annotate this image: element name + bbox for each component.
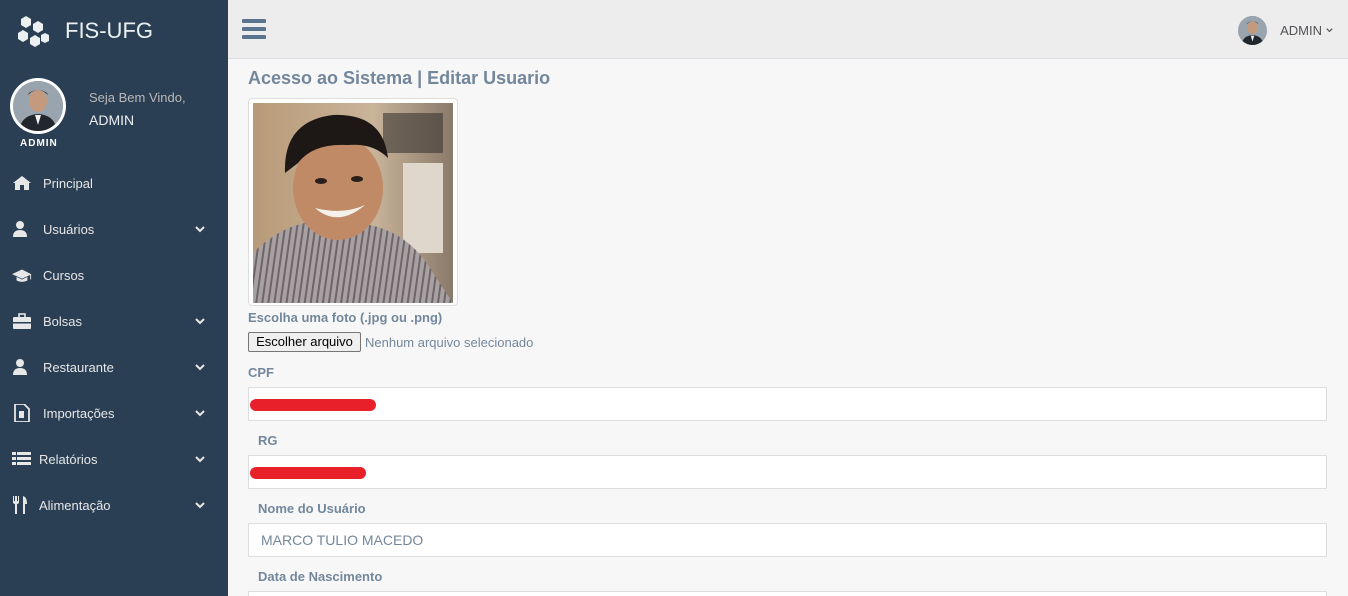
- home-icon: [13, 176, 31, 190]
- sidebar-item-alimentacao[interactable]: Alimentação: [0, 482, 228, 528]
- sidebar-item-label: Restaurante: [43, 360, 114, 375]
- top-user-name: ADMIN: [1280, 22, 1322, 38]
- sidebar-item-restaurante[interactable]: Restaurante: [0, 344, 228, 390]
- sidebar: FIS-UFG ADMIN Seja Bem Vindo, ADMIN Prin…: [0, 0, 228, 596]
- user-dropdown[interactable]: ADMIN: [1238, 15, 1334, 45]
- sidebar-menu: Principal Usuários Cursos Bolsas Restaur…: [0, 160, 228, 528]
- brand[interactable]: FIS-UFG: [0, 0, 228, 60]
- cpf-label: CPF: [248, 365, 274, 380]
- profile-username: ADMIN: [89, 112, 135, 128]
- user-icon: [13, 221, 27, 237]
- briefcase-icon: [13, 313, 31, 329]
- brand-title: FIS-UFG: [65, 18, 153, 43]
- redaction-mark: [250, 399, 376, 411]
- sidebar-item-label: Alimentação: [39, 498, 111, 513]
- main-content: Acesso ao Sistema | Editar Usuario Escol…: [228, 59, 1348, 596]
- sidebar-item-label: Relatórios: [39, 452, 98, 467]
- sidebar-item-relatorios[interactable]: Relatórios: [0, 436, 228, 482]
- chevron-down-icon: [195, 318, 205, 325]
- profile-badge: ADMIN: [20, 138, 58, 149]
- chevron-down-icon: [195, 502, 205, 509]
- person-photo: [253, 103, 453, 303]
- cutlery-icon: [13, 496, 27, 514]
- page-title: Acesso ao Sistema | Editar Usuario: [248, 68, 551, 88]
- file-status: Nenhum arquivo selecionado: [365, 335, 534, 350]
- chevron-down-icon: [195, 364, 205, 371]
- sidebar-item-importacoes[interactable]: Importações: [0, 390, 228, 436]
- hexagons-logo-icon: [18, 16, 49, 47]
- nascimento-label: Data de Nascimento: [258, 569, 383, 584]
- sidebar-item-cursos[interactable]: Cursos: [0, 252, 228, 298]
- welcome-text: Seja Bem Vindo,: [89, 90, 186, 105]
- chevron-down-icon: [195, 226, 205, 233]
- rg-label: RG: [258, 433, 278, 448]
- sidebar-item-usuarios[interactable]: Usuários: [0, 206, 228, 252]
- avatar: [10, 78, 66, 134]
- nome-value: MARCO TULIO MACEDO: [261, 532, 424, 548]
- photo-label: Escolha uma foto (.jpg ou .png): [248, 310, 443, 325]
- sidebar-item-label: Cursos: [43, 268, 85, 283]
- list-icon: [12, 452, 31, 465]
- top-navbar: ADMIN: [228, 0, 1348, 59]
- redaction-mark: [250, 467, 366, 479]
- sidebar-item-label: Principal: [43, 176, 93, 191]
- person-photo: [13, 81, 63, 131]
- nome-field[interactable]: MARCO TULIO MACEDO: [248, 523, 1327, 557]
- choose-file-button[interactable]: Escolher arquivo: [248, 332, 361, 352]
- sidebar-item-label: Bolsas: [43, 314, 83, 329]
- rg-field[interactable]: [248, 455, 1327, 489]
- chevron-down-icon: [195, 410, 205, 417]
- sidebar-item-principal[interactable]: Principal: [0, 160, 228, 206]
- sidebar-profile: ADMIN Seja Bem Vindo, ADMIN: [0, 76, 228, 152]
- chevron-down-icon: [1326, 27, 1333, 32]
- user-icon: [13, 359, 27, 375]
- cpf-field[interactable]: [248, 387, 1327, 421]
- menu-toggle-icon[interactable]: [242, 19, 266, 39]
- file-icon: [14, 404, 30, 422]
- nascimento-field[interactable]: [248, 591, 1327, 596]
- avatar: [1238, 15, 1268, 45]
- chevron-down-icon: [195, 456, 205, 463]
- user-photo: [248, 98, 458, 306]
- graduation-cap-icon: [12, 269, 32, 282]
- sidebar-item-label: Importações: [43, 406, 115, 421]
- sidebar-item-label: Usuários: [43, 222, 95, 237]
- sidebar-item-bolsas[interactable]: Bolsas: [0, 298, 228, 344]
- nome-label: Nome do Usuário: [258, 501, 366, 516]
